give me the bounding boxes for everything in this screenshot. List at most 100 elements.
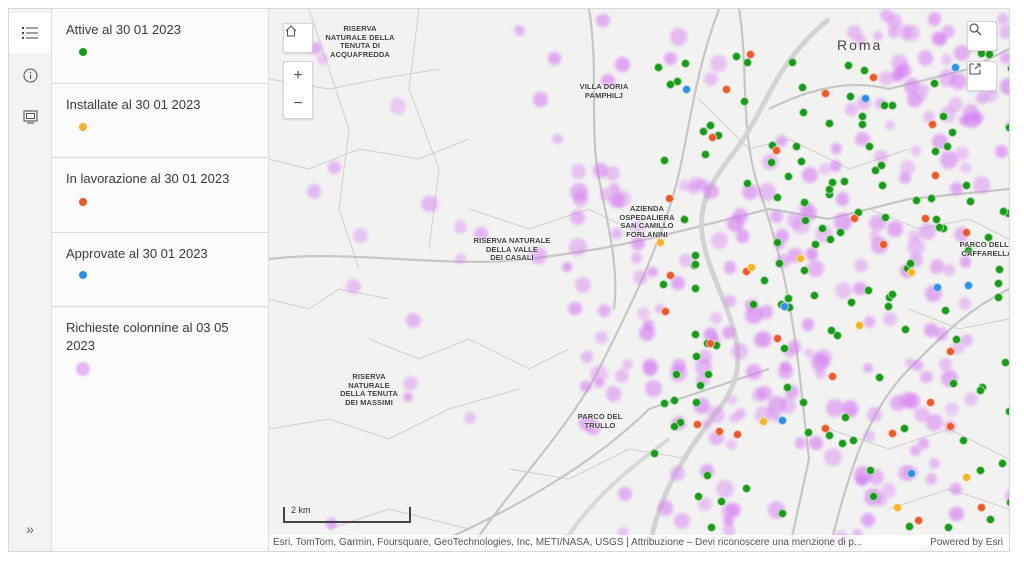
charging-station-marker[interactable] (707, 133, 717, 143)
charging-station-marker[interactable] (681, 84, 691, 94)
map-view[interactable]: RISERVA NATURALE DELLA TENUTA DI ACQUAFREDD… (269, 9, 1009, 551)
zoom-out-button[interactable]: − (283, 90, 313, 119)
charging-station-marker[interactable] (883, 302, 893, 312)
charging-station-marker[interactable] (669, 421, 679, 431)
charging-station-marker[interactable] (690, 260, 700, 270)
charging-station-marker[interactable] (740, 96, 750, 106)
charging-station-marker[interactable] (913, 515, 923, 525)
charging-station-marker[interactable] (840, 412, 850, 422)
charging-station-marker[interactable] (672, 369, 682, 379)
share-button[interactable] (967, 61, 997, 91)
charging-station-marker[interactable] (846, 297, 856, 307)
charging-station-marker[interactable] (828, 371, 838, 381)
charging-station-marker[interactable] (693, 491, 703, 501)
charging-station-marker[interactable] (797, 82, 807, 92)
charging-station-marker[interactable] (962, 180, 972, 190)
charging-station-marker[interactable] (716, 496, 726, 506)
charging-station-marker[interactable] (690, 284, 700, 294)
charging-station-marker[interactable] (664, 194, 674, 204)
charging-station-marker[interactable] (1005, 122, 1009, 132)
charging-station-marker[interactable] (771, 145, 781, 155)
charging-station-marker[interactable] (778, 508, 788, 518)
charging-station-marker[interactable] (1006, 63, 1009, 73)
charging-station-marker[interactable] (951, 335, 961, 345)
charging-station-marker[interactable] (906, 267, 916, 277)
charging-station-marker[interactable] (772, 237, 782, 247)
charging-station-marker[interactable] (715, 426, 725, 436)
charging-station-marker[interactable] (691, 352, 701, 362)
charging-station-marker[interactable] (860, 94, 870, 104)
basemap-button[interactable] (9, 97, 51, 137)
charging-station-marker[interactable] (745, 49, 755, 59)
charging-station-marker[interactable] (911, 196, 921, 206)
search-button[interactable] (967, 21, 997, 51)
charging-station-marker[interactable] (649, 449, 659, 459)
charging-station-marker[interactable] (965, 196, 975, 206)
charging-station-marker[interactable] (665, 80, 675, 90)
charging-station-marker[interactable] (800, 265, 810, 275)
charging-station-marker[interactable] (999, 206, 1009, 216)
legend-button[interactable] (9, 13, 51, 53)
powered-by-text[interactable]: Powered by Esri (930, 535, 1003, 551)
charging-station-marker[interactable] (850, 213, 860, 223)
charging-station-marker[interactable] (825, 118, 835, 128)
charging-station-marker[interactable] (700, 150, 710, 160)
charging-station-marker[interactable] (942, 142, 952, 152)
charging-station-marker[interactable] (838, 438, 848, 448)
charging-station-marker[interactable] (691, 329, 701, 339)
charging-station-marker[interactable] (777, 415, 787, 425)
zoom-in-button[interactable]: + (283, 61, 313, 91)
charging-station-marker[interactable] (880, 100, 890, 110)
charging-station-marker[interactable] (985, 514, 995, 524)
charging-station-marker[interactable] (824, 184, 834, 194)
charging-station-marker[interactable] (791, 141, 801, 151)
charging-station-marker[interactable] (926, 193, 936, 203)
attribution-text[interactable]: Esri, TomTom, Garmin, Foursquare, GeoTec… (273, 535, 913, 551)
charging-station-marker[interactable] (760, 275, 770, 285)
charging-station-marker[interactable] (798, 398, 808, 408)
charging-station-marker[interactable] (857, 111, 867, 121)
charging-station-marker[interactable] (804, 427, 814, 437)
charging-station-marker[interactable] (839, 176, 849, 186)
info-button[interactable] (9, 55, 51, 95)
charging-station-marker[interactable] (659, 399, 669, 409)
charging-station-marker[interactable] (887, 429, 897, 439)
home-button[interactable] (283, 23, 313, 53)
charging-station-marker[interactable] (780, 301, 790, 311)
minus-icon: − (293, 95, 303, 112)
charging-station-marker[interactable] (930, 146, 940, 156)
charging-station-marker[interactable] (995, 264, 1005, 274)
charging-station-marker[interactable] (1001, 357, 1009, 367)
charging-station-marker[interactable] (666, 270, 676, 280)
charging-station-marker[interactable] (746, 262, 756, 272)
charging-station-marker[interactable] (779, 344, 789, 354)
charging-station-marker[interactable] (669, 395, 679, 405)
charging-station-marker[interactable] (810, 240, 820, 250)
charging-station-marker[interactable] (930, 170, 940, 180)
charging-station-marker[interactable] (702, 470, 712, 480)
charging-station-marker[interactable] (1006, 498, 1009, 508)
charging-station-marker[interactable] (876, 160, 886, 170)
charging-station-marker[interactable] (795, 254, 805, 264)
charging-station-marker[interactable] (943, 522, 953, 532)
charging-station-marker[interactable] (929, 78, 939, 88)
charging-station-marker[interactable] (958, 436, 968, 446)
charging-station-marker[interactable] (905, 258, 915, 268)
charging-station-marker[interactable] (855, 320, 865, 330)
charging-station-marker[interactable] (977, 502, 987, 512)
charging-station-marker[interactable] (1008, 154, 1009, 164)
charging-station-marker[interactable] (945, 422, 955, 432)
charging-station-marker[interactable] (864, 141, 874, 151)
charging-station-marker[interactable] (906, 468, 916, 478)
charging-station-marker[interactable] (868, 492, 878, 502)
charging-station-marker[interactable] (975, 385, 985, 395)
charging-station-marker[interactable] (940, 305, 950, 315)
charging-station-marker[interactable] (900, 325, 910, 335)
charging-station-marker[interactable] (690, 250, 700, 260)
charging-station-marker[interactable] (963, 280, 973, 290)
charging-station-marker[interactable] (748, 299, 758, 309)
expand-button[interactable]: » (9, 509, 51, 549)
charging-station-marker[interactable] (875, 372, 885, 382)
charging-station-marker[interactable] (821, 88, 831, 98)
charging-station-marker[interactable] (658, 280, 668, 290)
